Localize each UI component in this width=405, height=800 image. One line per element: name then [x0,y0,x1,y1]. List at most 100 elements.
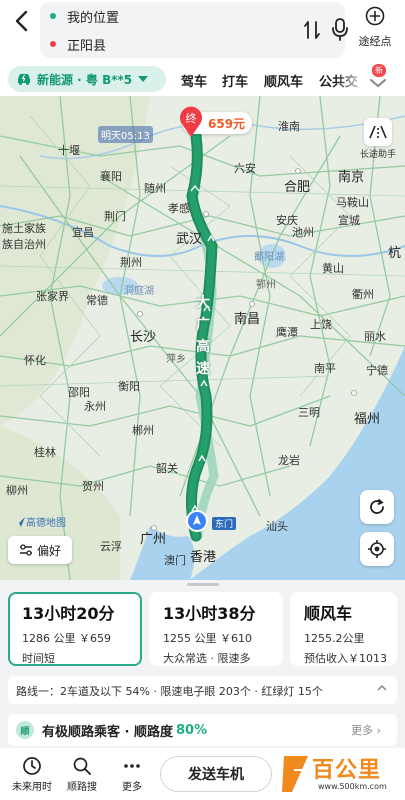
city-label: 十堰 [58,144,80,157]
refresh-route-button[interactable] [360,490,394,524]
more-actions-button[interactable]: 更多 [108,756,156,793]
city-label: 上饶 [310,318,332,331]
option-tag: 时间短 [22,652,55,665]
city-label: 荆州 [120,256,142,269]
city-label: 武汉 [176,232,203,247]
city-label: 柳州 [6,484,28,497]
poi-label: 东门 [212,517,237,530]
locate-me-button[interactable] [360,532,394,566]
city-label: 荆门 [104,210,126,223]
city-label: 洞庭湖 [124,286,154,297]
clock-icon [23,757,41,775]
option-time: 13小时20分 [22,604,115,623]
city-label: 永州 [84,400,106,413]
city-label: 马鞍山 [336,196,369,209]
city-label: 黄山 [322,262,344,275]
search-along-label: 顺路搜 [67,782,97,793]
route-detail-text: 路线一：2车道及以下 54% · 限速电子眼 203个 · 红绿灯 15个 [16,685,323,698]
city-label: 萍乡 [166,354,186,365]
tab-taxi[interactable]: 打车 [222,71,248,90]
back-arrow-icon[interactable] [10,8,36,34]
top-bar: 我的位置 正阳县 途经点 [0,0,405,62]
route-input-box: 我的位置 正阳县 [40,2,348,58]
route-detail-line[interactable]: 路线一：2车道及以下 54% · 限速电子眼 203个 · 红绿灯 15个 [8,676,397,704]
vehicle-selector[interactable]: 新能源 · 粤 B**5 [8,66,166,92]
future-time-label: 未来用时 [12,782,52,793]
city-label: 鄱阳湖 [254,252,284,263]
more-actions-label: 更多 [122,782,142,793]
city-label: 合肥 [284,180,311,195]
city-label: 张家界 [36,290,69,303]
city-label: 三明 [298,406,320,419]
waypoint-label: 途经点 [358,35,392,48]
carpool-promo[interactable]: 顺 有极顺路乘客 · 顺路度 80% 更多 › [8,714,397,746]
route-option-card[interactable]: 13小时38分 1255 公里 ￥610 大众常选 · 限速多 [149,592,283,666]
travel-mode-bar: 新能源 · 粤 B**5 驾车 打车 顺风车 公共交 新 [0,62,405,96]
destination-dot-icon [50,41,56,47]
route-option-card[interactable]: 13小时20分 1286 公里 ￥659 时间短 [8,592,142,666]
city-label: 宣城 [338,214,360,227]
current-location-marker-icon [186,510,208,532]
option-tag: 预估收入￥1013 [304,652,387,665]
weather-hint: 明天05:13 [98,126,153,143]
long-help-label: 长途助手 [359,150,396,160]
destination-field[interactable]: 正阳县 [50,32,106,56]
drag-handle[interactable] [187,583,219,586]
watermark-text: 百公里 [312,758,382,783]
bottom-action-bar: 未来用时 顺路搜 更多 发送车机 百公里 www.500km.com [0,748,405,800]
promo-percent: 80% [176,722,208,738]
microphone-icon[interactable] [330,16,350,42]
city-label: 淮南 [278,120,300,133]
option-tag: 大众常选 · 限速多 [163,652,251,665]
add-waypoint-button[interactable]: 途经点 [350,6,400,49]
origin-label: 我的位置 [67,10,120,26]
amap-logo: 高德地图 [14,514,66,529]
locate-crosshair-icon [368,540,386,558]
long-trip-assistant-button[interactable]: 长途助手 [358,118,398,160]
option-time: 顺风车 [304,604,353,623]
option-distance: 1255.2公里 [304,632,365,645]
highway-label: 大 [196,295,210,311]
city-label: 南昌 [234,312,261,327]
city-label: 族自治州 [2,238,46,251]
carpool-badge-icon: 顺 [16,721,34,739]
carpool-option-card[interactable]: 顺风车 1255.2公里 预估收入￥1013 [290,592,397,666]
city-label: 福州 [354,412,381,427]
settings-sliders-icon [19,544,32,556]
city-label: 宜昌 [72,226,94,239]
highway-label: 广 [196,317,210,333]
road-icon [369,125,387,139]
vehicle-label: 新能源 · 粤 B**5 [37,72,133,87]
origin-field[interactable]: 我的位置 [50,4,119,28]
chevron-down-icon [138,76,149,82]
option-time: 13小时38分 [163,604,256,623]
destination-pin-char: 终 [186,111,197,125]
refresh-icon [370,499,384,514]
city-label: 云浮 [100,540,122,553]
future-time-button[interactable]: 未来用时 [8,756,56,793]
city-label: 贺州 [82,480,104,493]
send-to-car-button[interactable]: 发送车机 [160,756,272,792]
city-label: 衢州 [352,288,374,301]
route-preference-button[interactable]: 偏好 [8,536,72,564]
city-label: 长沙 [130,330,157,345]
promo-more-link[interactable]: 更多 › [351,722,381,738]
route-map[interactable]: 淮南 十堰 随州 襄阳 孝感 六安 合肥 南京 马鞍山 荆门 施土家族 族自治州… [0,96,405,580]
more-dots-icon [124,764,140,768]
city-label: 随州 [144,182,166,195]
city-label: 池州 [292,226,314,239]
city-label: 鄂州 [256,280,276,291]
tab-carpool[interactable]: 顺风车 [264,71,303,90]
chevron-up-icon [377,684,387,691]
city-label: 施土家族 [2,222,46,235]
tab-drive[interactable]: 驾车 [181,71,207,90]
city-label: 郴州 [132,424,154,437]
search-along-button[interactable]: 顺路搜 [58,756,106,793]
city-label: 澳门 [164,554,186,567]
city-label: 襄阳 [100,170,122,183]
city-label: 桂林 [34,446,56,459]
send-to-car-label: 发送车机 [188,767,244,783]
swap-direction-icon[interactable] [302,19,322,41]
amap-logo-text: 高德地图 [26,518,66,529]
city-label: 六安 [234,162,256,175]
